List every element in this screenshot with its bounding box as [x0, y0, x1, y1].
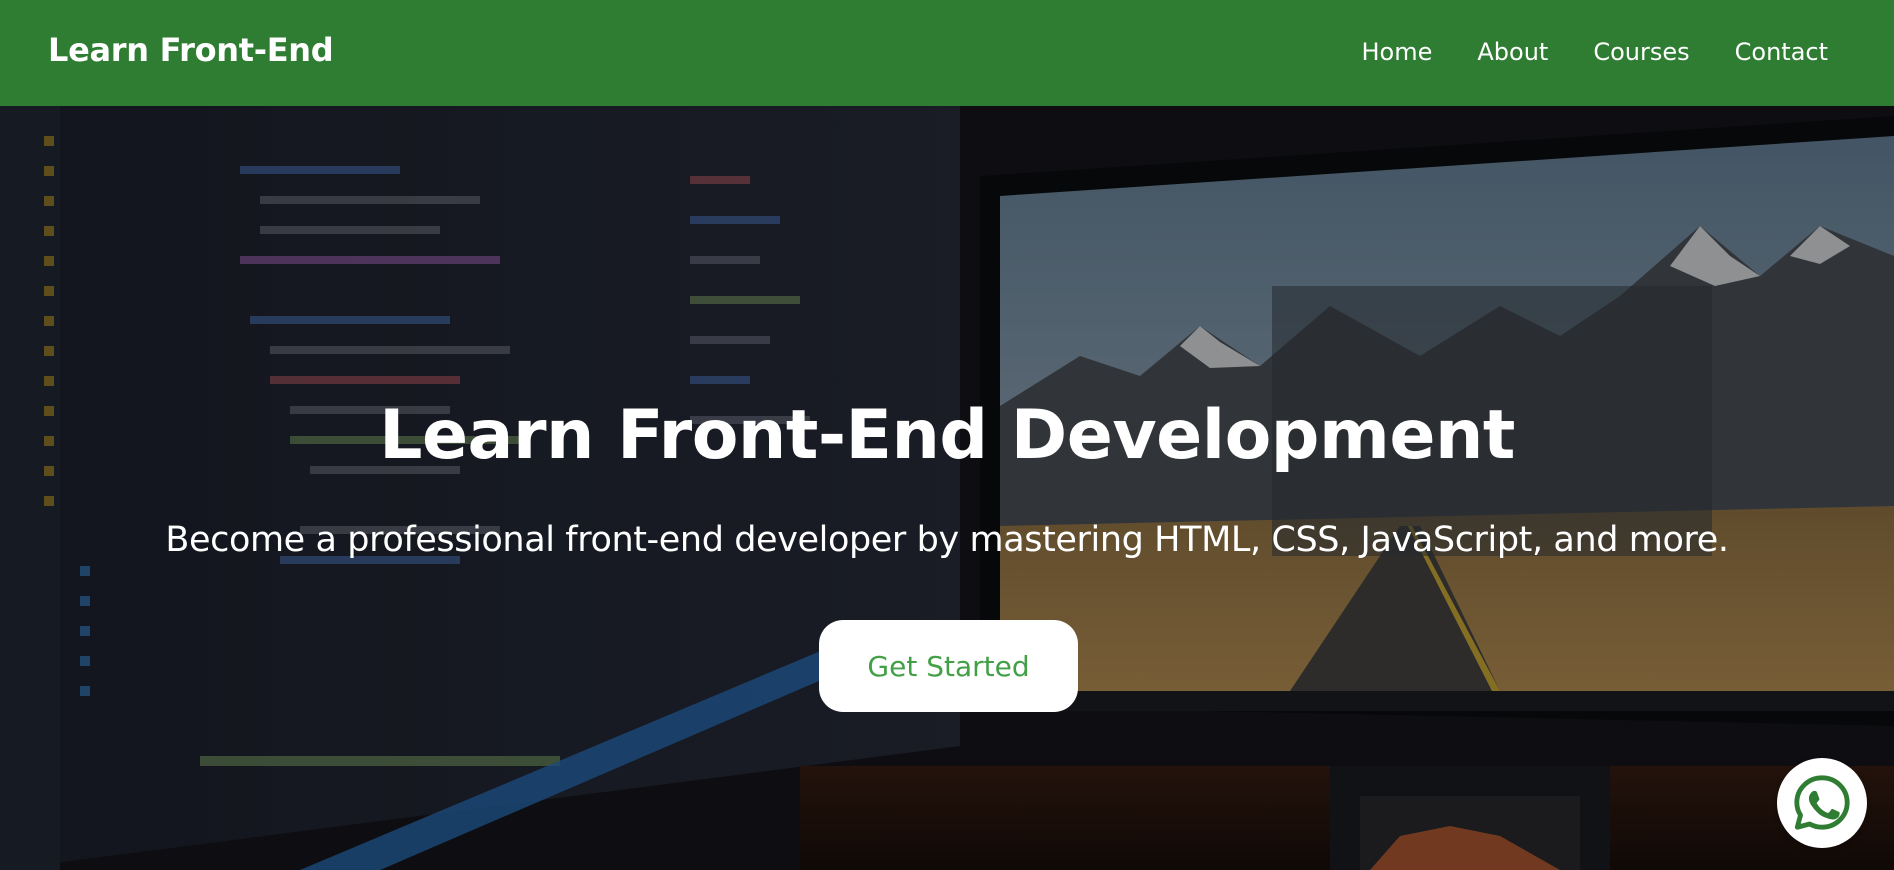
nav-courses-link[interactable]: Courses	[1593, 38, 1689, 66]
nav-contact-link[interactable]: Contact	[1735, 38, 1828, 66]
hero-title: Learn Front-End Development	[379, 396, 1515, 475]
landing-page: Learn Front-End Home About Courses Conta…	[0, 0, 1894, 870]
hero-subtitle: Become a professional front-end develope…	[165, 520, 1729, 560]
hero-content: Learn Front-End Development Become a pro…	[0, 106, 1894, 870]
nav-links: Home About Courses Contact	[1361, 38, 1828, 66]
whatsapp-chat-button[interactable]	[1777, 758, 1867, 848]
whatsapp-icon	[1794, 775, 1850, 830]
nav-home-link[interactable]: Home	[1361, 38, 1432, 66]
nav-about-link[interactable]: About	[1477, 38, 1548, 66]
navbar: Learn Front-End Home About Courses Conta…	[0, 0, 1894, 106]
get-started-button[interactable]: Get Started	[819, 620, 1078, 712]
brand-logo[interactable]: Learn Front-End	[48, 31, 334, 69]
